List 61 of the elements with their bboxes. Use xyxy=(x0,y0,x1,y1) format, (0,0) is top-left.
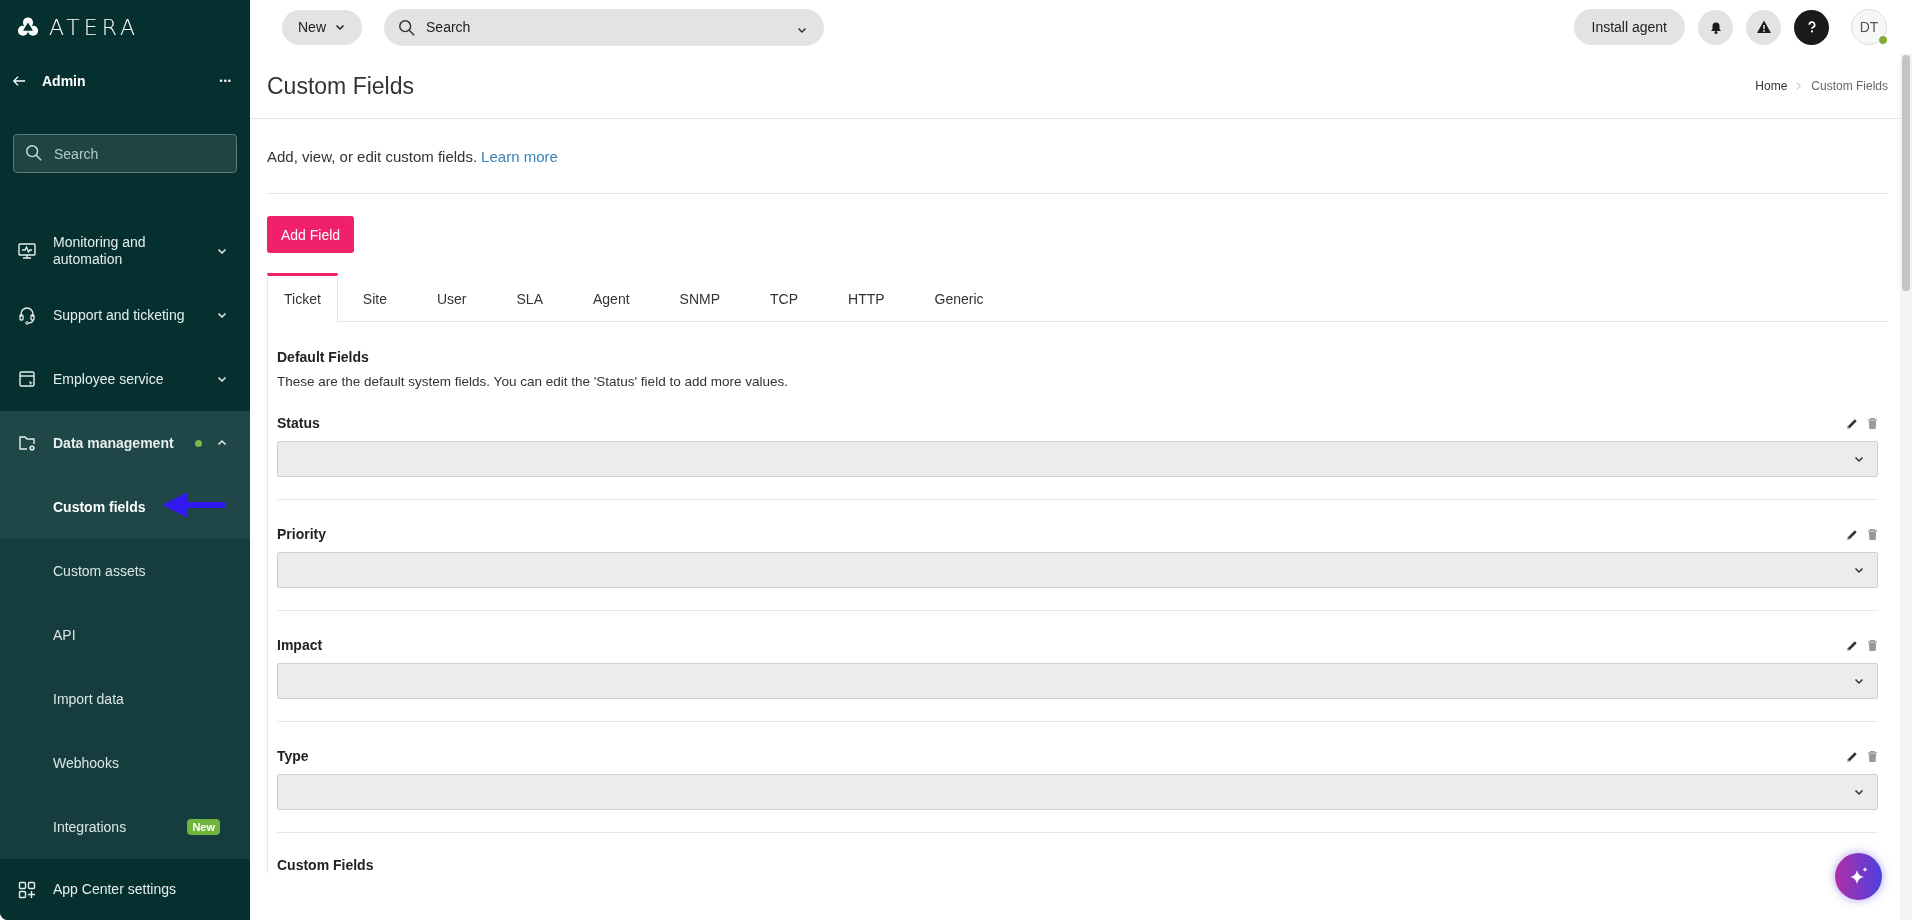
new-badge: New xyxy=(187,819,220,835)
user-avatar[interactable]: DT xyxy=(1851,9,1887,45)
breadcrumb-current: Custom Fields xyxy=(1811,79,1888,93)
nav-item[interactable]: API xyxy=(0,603,250,667)
tab[interactable]: HTTP xyxy=(823,273,910,321)
tab[interactable]: Ticket xyxy=(267,273,338,322)
ai-assistant-button[interactable] xyxy=(1835,853,1882,900)
breadcrumb-link[interactable]: Home xyxy=(1755,79,1788,93)
field-label: Type xyxy=(277,748,309,764)
section-title: Default Fields xyxy=(277,349,370,365)
intro-text: Add, view, or edit custom fields. xyxy=(267,147,478,165)
learn-more-link[interactable]: Learn more xyxy=(481,147,558,165)
alerts-button[interactable] xyxy=(1746,9,1781,45)
tab[interactable]: SNMP xyxy=(654,273,746,321)
tab[interactable]: TCP xyxy=(745,273,824,321)
field-label: Priority xyxy=(277,526,326,542)
tab[interactable]: Generic xyxy=(909,273,1009,321)
page-title: Custom Fields xyxy=(267,72,414,100)
scrollbar-thumb[interactable] xyxy=(1902,55,1910,291)
brand-logo: ATERA xyxy=(49,14,140,40)
tab[interactable]: User xyxy=(411,273,492,321)
window-icon xyxy=(17,369,37,389)
nav-item[interactable]: Custom assets xyxy=(0,539,250,603)
warning-icon xyxy=(1755,19,1772,35)
field-label: Impact xyxy=(277,637,323,653)
tab[interactable]: Site xyxy=(337,273,412,321)
new-button[interactable]: New xyxy=(282,9,362,45)
help-button[interactable] xyxy=(1794,9,1829,45)
select-field[interactable] xyxy=(277,663,1878,699)
annotation-arrow xyxy=(160,490,226,520)
section-description: These are the default system fields. You can edit the 'Status' field to add more values. xyxy=(277,374,789,389)
search-icon xyxy=(25,144,43,162)
select-field[interactable] xyxy=(277,774,1878,810)
global-search-field[interactable]: Search xyxy=(384,8,824,46)
apps-add-icon xyxy=(17,879,37,900)
nav-group[interactable]: Employee service xyxy=(0,347,250,411)
notifications-button[interactable] xyxy=(1698,9,1733,45)
sidebar-search-field[interactable]: Search xyxy=(13,134,237,173)
section-title: Custom Fields xyxy=(277,857,375,873)
nav-group[interactable]: Data management xyxy=(0,411,250,475)
nav-item[interactable]: Custom fields xyxy=(0,475,250,539)
tab[interactable]: Agent xyxy=(568,273,655,321)
install-agent-button[interactable]: Install agent xyxy=(1573,9,1685,45)
monitor-icon xyxy=(17,241,37,261)
back-arrow-icon[interactable] xyxy=(12,74,26,88)
search-icon xyxy=(398,18,416,37)
more-button[interactable]: ••• xyxy=(219,76,232,86)
logo-icon xyxy=(17,16,39,38)
add-field-button[interactable]: Add Field xyxy=(267,216,355,253)
nav-item[interactable]: Integrations New xyxy=(0,795,250,859)
nav-item[interactable]: Import data xyxy=(0,667,250,731)
headset-icon xyxy=(17,305,37,325)
select-field[interactable] xyxy=(277,441,1878,477)
nav-group[interactable]: Support and ticketing xyxy=(0,283,250,347)
nav-item[interactable]: Webhooks xyxy=(0,731,250,795)
nav-group[interactable]: Monitoring and automation xyxy=(0,219,250,283)
field-label: Status xyxy=(277,415,320,431)
tab[interactable]: SLA xyxy=(491,273,568,321)
folder-gear-icon xyxy=(17,433,37,453)
section-title: Admin xyxy=(42,73,87,89)
select-field[interactable] xyxy=(277,552,1878,588)
